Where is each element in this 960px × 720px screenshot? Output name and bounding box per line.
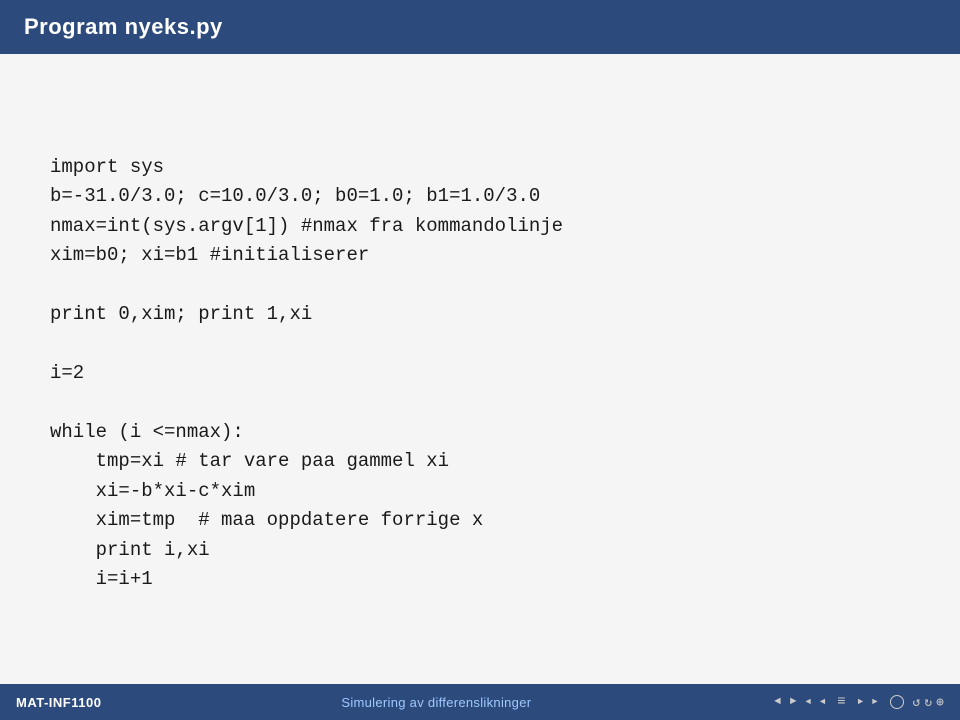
refresh-controls: ↺ ↻ ⊕ — [913, 695, 944, 710]
code-block: import sysb=-31.0/3.0; c=10.0/3.0; b0=1.… — [50, 94, 910, 594]
code-line — [50, 388, 910, 417]
code-line — [50, 271, 910, 300]
bottom-bar: MAT-INF1100 Simulering av differenslikni… — [0, 684, 960, 720]
page-indicator — [887, 693, 907, 711]
code-line: xim=tmp # maa oppdatere forrige x — [50, 506, 910, 535]
code-line: i=i+1 — [50, 565, 910, 594]
next-small-button[interactable]: ◄ — [817, 695, 828, 709]
search-icon[interactable]: ⊕ — [936, 695, 944, 710]
code-line: xim=b0; xi=b1 #initialiserer — [50, 241, 910, 270]
code-line: tmp=xi # tar vare paa gammel xi — [50, 447, 910, 476]
code-line: nmax=int(sys.argv[1]) #nmax fra kommando… — [50, 212, 910, 241]
code-line: while (i <=nmax): — [50, 418, 910, 447]
prev-page-button[interactable]: ► — [787, 694, 800, 710]
slide-title: Simulering av differenslikninger — [341, 695, 531, 710]
nav-controls: ◄ ► ◄ ◄ ≡ ► ► ↺ ↻ ⊕ — [771, 692, 944, 712]
code-line: print i,xi — [50, 536, 910, 565]
first-page-button[interactable]: ◄ — [771, 694, 784, 710]
code-line: import sys — [50, 153, 910, 182]
right-small-button[interactable]: ► — [855, 695, 866, 709]
course-label: MAT-INF1100 — [16, 695, 101, 710]
loop-icon[interactable]: ↻ — [924, 695, 932, 710]
code-line: xi=-b*xi-c*xim — [50, 477, 910, 506]
page-title: Program nyeks.py — [24, 14, 223, 39]
title-bar: Program nyeks.py — [0, 0, 960, 54]
prev-small-button[interactable]: ◄ — [802, 695, 813, 709]
code-line: b=-31.0/3.0; c=10.0/3.0; b0=1.0; b1=1.0/… — [50, 182, 910, 211]
code-line: i=2 — [50, 359, 910, 388]
code-line: print 0,xim; print 1,xi — [50, 300, 910, 329]
lines-icon: ≡ — [834, 692, 848, 712]
refresh-icon[interactable]: ↺ — [913, 695, 921, 710]
right-small-button-2[interactable]: ► — [869, 695, 880, 709]
code-line — [50, 330, 910, 359]
content-area: import sysb=-31.0/3.0; c=10.0/3.0; b0=1.… — [0, 54, 960, 684]
